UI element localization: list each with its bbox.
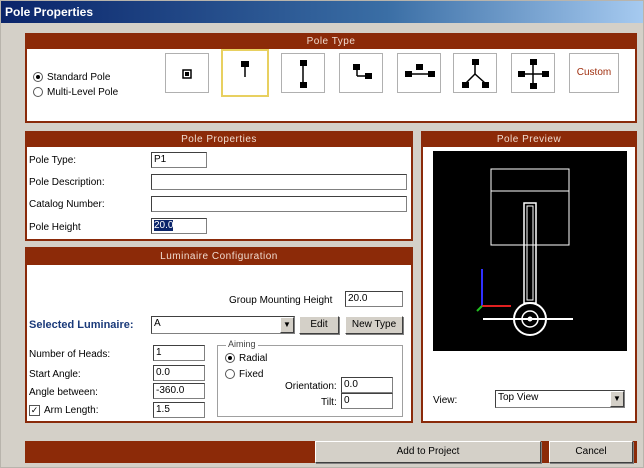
radial-label: Radial [239,353,268,364]
twin-90-type-button[interactable] [339,53,383,93]
radial-radio[interactable]: Radial [225,353,267,364]
tilt-label: Tilt: [321,397,337,408]
single-arm-type-button[interactable] [221,49,269,97]
cancel-button[interactable]: Cancel [549,441,633,463]
catalog-number-field[interactable] [151,196,407,212]
window-title: Pole Properties [1,1,643,23]
catalog-number-label: Catalog Number: [29,199,105,210]
triple-y-type-button[interactable] [453,53,497,93]
pole-height-value: 20.0 [154,220,174,231]
triple-horizontal-icon [405,64,435,77]
pole-height-field[interactable]: 20.0 [151,218,207,234]
radio-indicator [225,369,235,380]
radio-indicator [33,87,43,98]
pole-type-field[interactable]: P1 [151,152,207,168]
heads-field[interactable]: 1 [153,345,205,361]
group-height-label: Group Mounting Height [229,295,333,306]
radio-indicator [225,353,235,364]
pole-properties-header: Pole Properties [27,133,411,147]
single-head-type-button[interactable] [165,53,209,93]
orientation-label: Orientation: [285,381,337,392]
pole-type-header: Pole Type [27,35,635,49]
pole-preview-canvas [433,151,627,351]
arm-length-checkbox[interactable]: ✓ Arm Length: [29,405,98,416]
new-type-button[interactable]: New Type [345,316,403,334]
pole-height-label: Pole Height [29,222,81,233]
angle-between-field[interactable]: -360.0 [153,383,205,399]
custom-label: Custom [576,67,612,78]
luminaire-config-header: Luminaire Configuration [27,249,411,265]
tilt-field[interactable]: 0 [341,393,393,409]
luminaire-value: A [154,318,161,329]
arm-length-field[interactable]: 1.5 [153,402,205,418]
custom-type-button[interactable]: Custom [569,53,619,93]
pole-description-label: Pole Description: [29,177,105,188]
fixed-radio[interactable]: Fixed [225,369,263,380]
selected-luminaire-label: Selected Luminaire: [29,319,134,331]
multi-level-pole-radio[interactable]: Multi-Level Pole [33,87,118,98]
fixed-label: Fixed [239,369,264,380]
twin-vertical-icon [300,60,307,88]
arm-length-label: Arm Length: [44,405,99,417]
chevron-down-icon[interactable]: ▼ [610,391,624,407]
start-angle-label: Start Angle: [29,369,81,380]
view-select[interactable]: Top View ▼ [495,390,625,408]
check-icon: ✓ [29,405,40,416]
pole-description-field[interactable] [151,174,407,190]
radio-indicator [33,72,43,83]
chevron-down-icon[interactable]: ▼ [280,317,294,333]
twin-90-icon [353,64,372,79]
heads-label: Number of Heads: [29,349,111,360]
single-head-icon [182,69,192,79]
orientation-field[interactable]: 0.0 [341,377,393,393]
twin-vertical-type-button[interactable] [281,53,325,93]
quad-cross-type-button[interactable] [511,53,555,93]
luminaire-select[interactable]: A ▼ [151,316,295,334]
pole-properties-window: Pole Properties Pole Type Standard Pole … [0,0,644,468]
standard-pole-label: Standard Pole [47,72,111,83]
group-height-field[interactable]: 20.0 [345,291,403,307]
angle-between-label: Angle between: [29,387,98,398]
triple-y-icon [462,59,489,88]
view-value: Top View [498,392,539,403]
quad-cross-icon [518,59,549,89]
triple-horizontal-type-button[interactable] [397,53,441,93]
aiming-legend: Aiming [226,339,258,349]
pole-type-label: Pole Type: [29,155,77,166]
pole-preview-header: Pole Preview [423,133,635,147]
single-arm-icon [241,61,249,77]
start-angle-field[interactable]: 0.0 [153,365,205,381]
multi-level-pole-label: Multi-Level Pole [47,87,119,98]
add-to-project-button[interactable]: Add to Project [315,441,541,463]
edit-button[interactable]: Edit [299,316,339,334]
standard-pole-radio[interactable]: Standard Pole [33,72,110,83]
view-label: View: [433,395,458,406]
